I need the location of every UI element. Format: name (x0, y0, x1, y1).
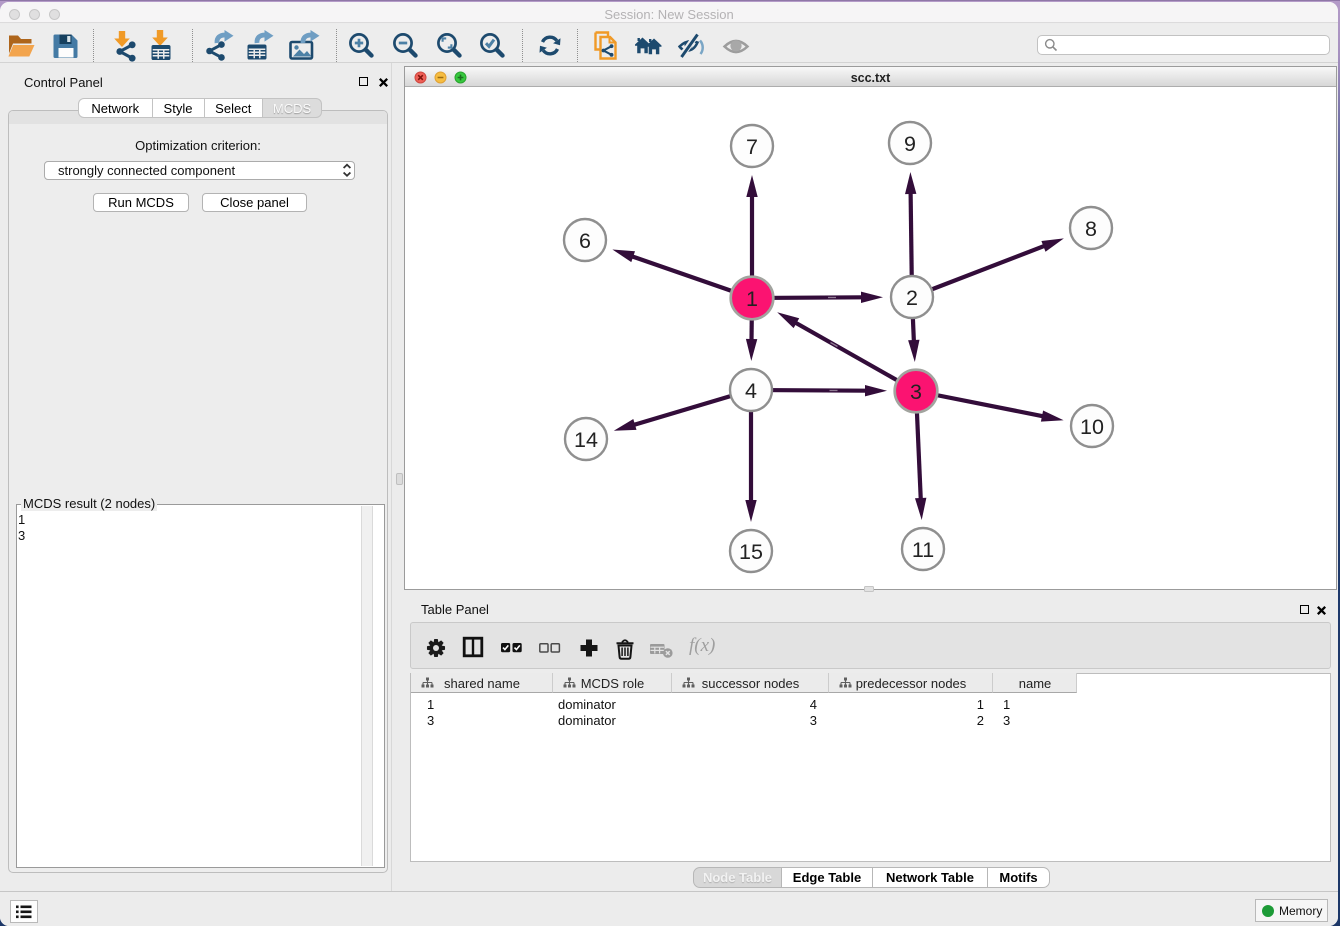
svg-text:14: 14 (574, 428, 598, 452)
svg-text:8: 8 (1085, 217, 1097, 241)
svg-text:1: 1 (746, 287, 758, 311)
svg-text:2: 2 (906, 286, 918, 310)
svg-text:3: 3 (910, 380, 922, 404)
svg-text:15: 15 (739, 540, 763, 564)
svg-text:11: 11 (912, 538, 934, 562)
svg-text:4: 4 (745, 379, 757, 403)
svg-text:6: 6 (579, 229, 591, 253)
svg-text:10: 10 (1080, 415, 1104, 439)
svg-text:9: 9 (904, 132, 916, 156)
svg-text:7: 7 (746, 135, 758, 159)
